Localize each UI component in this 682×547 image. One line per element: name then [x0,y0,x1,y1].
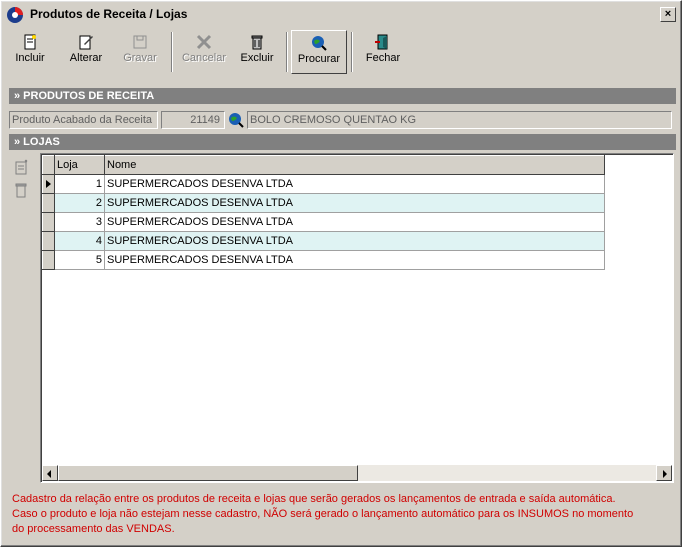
excluir-button[interactable]: Excluir [235,30,279,74]
section-lojas-header: » LOJAS [9,134,676,150]
footer-line-2: Caso o produto e loja não estejam nesse … [12,508,634,520]
cell-nome[interactable]: SUPERMERCADOS DESENVA LTDA [104,212,605,232]
scroll-left-icon[interactable] [42,465,58,481]
toolbar-separator [351,32,353,72]
footer-line-3: do processamento das VENDAS. [12,523,175,535]
gravar-button[interactable]: Gravar [117,30,163,74]
scroll-thumb[interactable] [58,465,358,481]
produto-code-field[interactable]: 21149 [161,111,225,129]
lojas-table: Loja Nome 1 SUPERMERCADOS DESENVA LTDA 2… [42,155,605,270]
fechar-label: Fechar [365,52,401,64]
incluir-button[interactable]: Incluir [7,30,53,74]
gravar-icon [133,35,147,49]
cell-nome[interactable]: SUPERMERCADOS DESENVA LTDA [104,250,605,270]
produto-description-field: BOLO CREMOSO QUENTAO KG [247,111,672,129]
window-title: Produtos de Receita / Lojas [30,7,188,21]
main-window: Produtos de Receita / Lojas × Incluir Al… [0,0,682,547]
procurar-label: Procurar [297,53,341,65]
table-row[interactable]: 2 SUPERMERCADOS DESENVA LTDA [42,193,605,213]
title-bar: Produtos de Receita / Lojas × [4,4,678,26]
add-row-icon[interactable] [13,159,29,175]
row-indicator [42,193,55,213]
table-row[interactable]: 4 SUPERMERCADOS DESENVA LTDA [42,231,605,251]
cell-loja[interactable]: 4 [54,231,105,251]
cancelar-icon [196,34,212,50]
scroll-right-icon[interactable] [656,465,672,481]
app-icon [7,7,23,23]
procurar-button[interactable]: Procurar [291,30,347,74]
cancelar-label: Cancelar [181,52,227,64]
alterar-label: Alterar [69,52,103,64]
toolbar-separator [171,32,173,72]
alterar-button[interactable]: Alterar [61,30,111,74]
section-produtos-header: » PRODUTOS DE RECEITA [9,88,676,104]
produto-label: Produto Acabado da Receita [9,111,158,129]
row-indicator [42,212,55,232]
info-footer: Cadastro da relação entre os produtos de… [12,492,672,537]
cancelar-button[interactable]: Cancelar [179,30,229,74]
row-indicator-header [42,155,55,175]
close-button[interactable]: × [660,7,676,22]
column-header-loja[interactable]: Loja [54,155,105,175]
horizontal-scrollbar[interactable] [42,465,672,481]
cell-loja[interactable]: 2 [54,193,105,213]
toolbar-separator [286,32,288,72]
table-row[interactable]: 5 SUPERMERCADOS DESENVA LTDA [42,250,605,270]
row-indicator [42,231,55,251]
delete-row-icon[interactable] [13,182,29,198]
cell-loja[interactable]: 3 [54,212,105,232]
cell-nome[interactable]: SUPERMERCADOS DESENVA LTDA [104,174,605,194]
lojas-grid[interactable]: Loja Nome 1 SUPERMERCADOS DESENVA LTDA 2… [40,153,674,483]
table-row[interactable]: 3 SUPERMERCADOS DESENVA LTDA [42,212,605,232]
cell-loja[interactable]: 1 [54,174,105,194]
row-indicator [42,250,55,270]
excluir-icon [251,35,263,50]
fechar-button[interactable]: Fechar [359,30,407,74]
table-row[interactable]: 1 SUPERMERCADOS DESENVA LTDA [42,174,605,194]
footer-line-1: Cadastro da relação entre os produtos de… [12,493,616,505]
excluir-label: Excluir [240,52,274,64]
current-row-arrow-icon [46,180,51,188]
procurar-icon [312,36,327,51]
incluir-label: Incluir [15,52,45,64]
toolbar: Incluir Alterar Gravar Cancelar Excluir … [5,28,677,76]
alterar-icon [79,35,93,50]
fechar-icon [375,34,388,50]
gravar-label: Gravar [123,52,157,64]
row-indicator [42,174,55,194]
cell-nome[interactable]: SUPERMERCADOS DESENVA LTDA [104,231,605,251]
incluir-icon [24,34,36,50]
cell-nome[interactable]: SUPERMERCADOS DESENVA LTDA [104,193,605,213]
cell-loja[interactable]: 5 [54,250,105,270]
column-header-nome[interactable]: Nome [104,155,605,175]
lookup-globe-icon[interactable] [228,112,244,128]
